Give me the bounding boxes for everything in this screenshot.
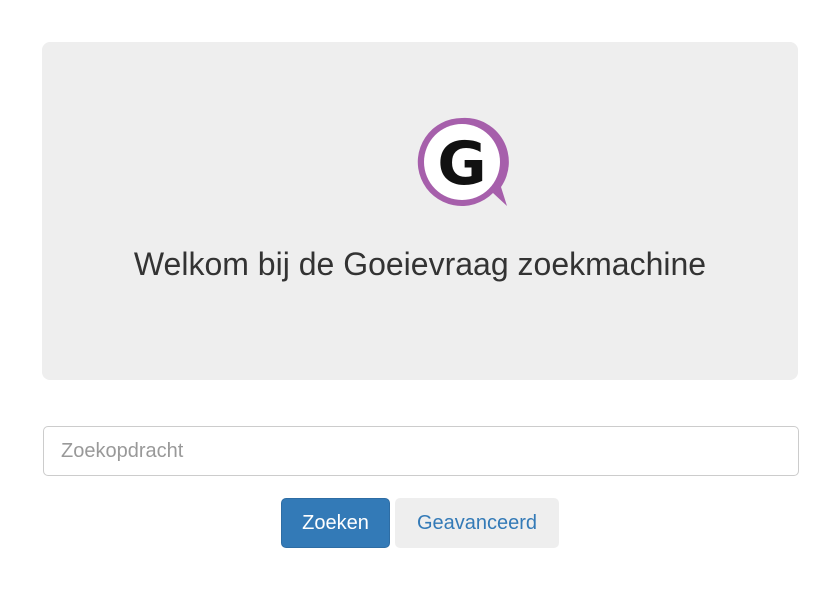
search-input[interactable] <box>43 426 799 476</box>
logo-letter: G <box>437 129 486 199</box>
advanced-search-button[interactable]: Geavanceerd <box>395 498 559 548</box>
welcome-banner: G Welkom bij de Goeievraag zoekmachine <box>42 42 798 380</box>
goeievraag-logo: G <box>413 114 511 212</box>
page: G Welkom bij de Goeievraag zoekmachine Z… <box>0 0 840 589</box>
speech-bubble-g-icon: G <box>417 117 509 206</box>
welcome-heading: Welkom bij de Goeievraag zoekmachine <box>133 246 707 282</box>
search-button[interactable]: Zoeken <box>281 498 390 548</box>
